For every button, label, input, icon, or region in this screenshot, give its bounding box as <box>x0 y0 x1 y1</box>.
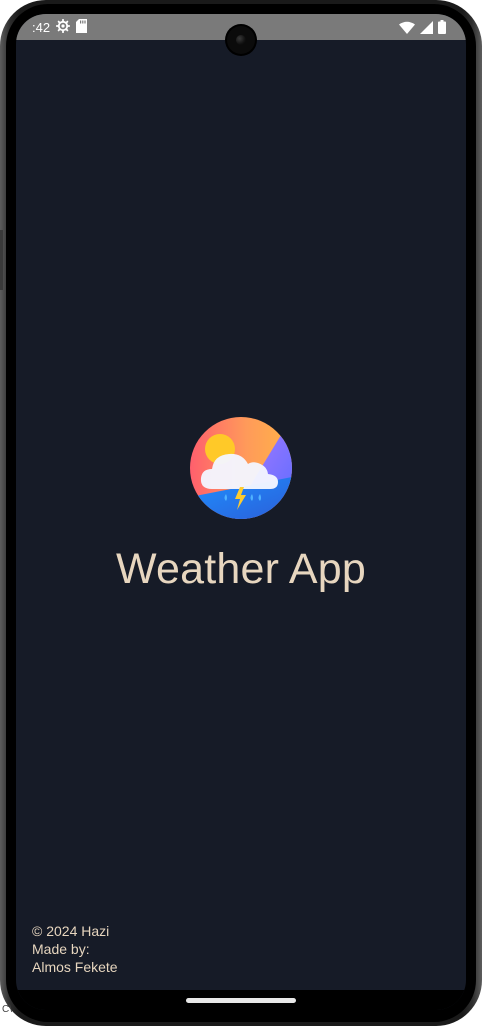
app-screen: :42 Weather App © 2024 Hazi Made by: Alm… <box>16 14 466 1010</box>
navigation-bar <box>16 990 466 1010</box>
app-title: Weather App <box>115 545 367 593</box>
footer-credits: © 2024 Hazi Made by: Almos Fekete <box>32 922 118 976</box>
footer-author-name: Almos Fekete <box>32 959 118 975</box>
settings-gear-icon <box>55 18 71 36</box>
sd-card-icon <box>76 19 88 36</box>
home-indicator-handle[interactable] <box>186 998 296 1003</box>
corner-text: C\ <box>2 1004 12 1015</box>
front-camera <box>227 26 255 54</box>
footer-copyright: © 2024 Hazi <box>32 923 110 939</box>
wifi-icon <box>399 21 415 37</box>
device-frame: :42 Weather App © 2024 Hazi Made by: Alm… <box>0 0 482 1026</box>
battery-icon <box>438 20 446 37</box>
status-right <box>399 20 446 37</box>
volume-button <box>0 230 3 290</box>
status-left: :42 <box>32 18 88 36</box>
camera-lens <box>236 35 246 45</box>
weather-storm-logo-icon <box>190 417 292 519</box>
footer-made-by-label: Made by: <box>32 941 90 957</box>
status-time: :42 <box>32 19 51 35</box>
cellular-signal-icon <box>420 20 433 37</box>
